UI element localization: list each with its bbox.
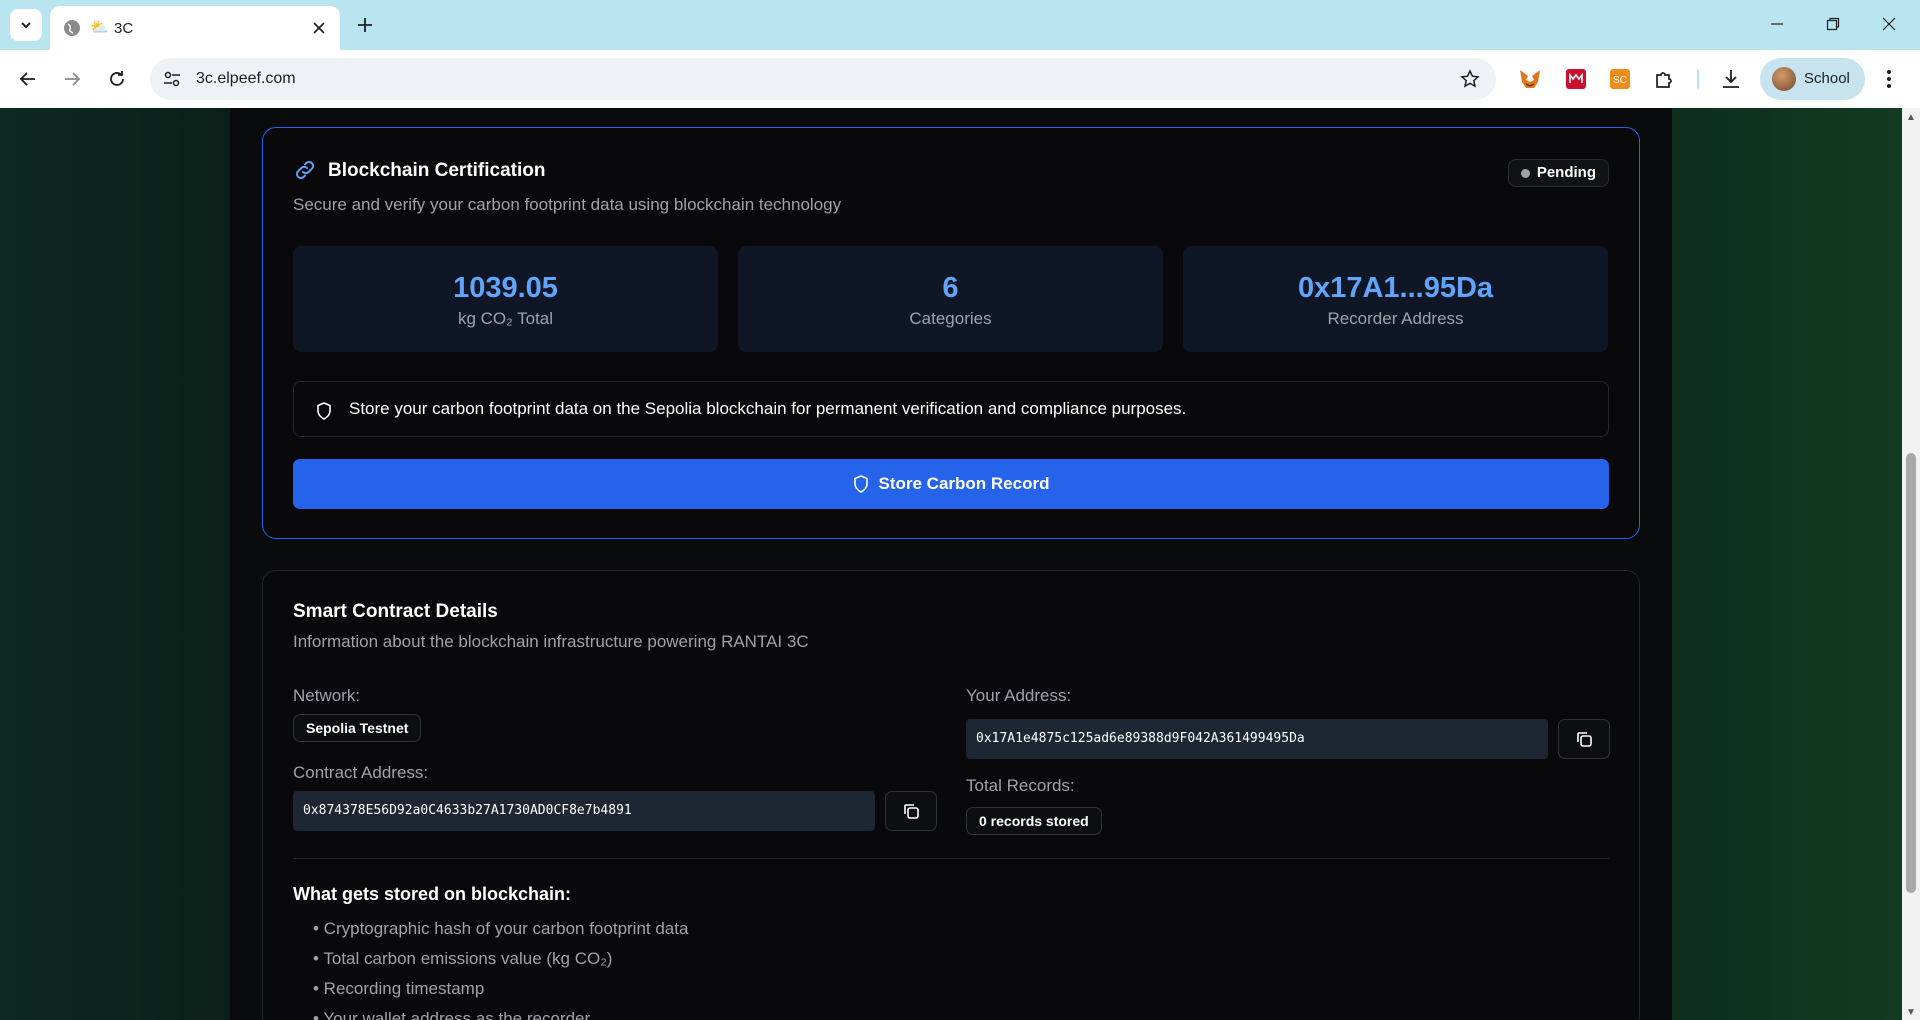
stat-label: kg CO₂ Total xyxy=(457,309,554,328)
network-label: Network: xyxy=(293,686,361,705)
card-subtitle: Secure and verify your carbon footprint … xyxy=(293,195,842,214)
close-icon xyxy=(1882,17,1896,31)
browser-toolbar: 3c.elpeef.com SC School xyxy=(0,50,1920,108)
scroll-down-icon[interactable]: ▼ xyxy=(1906,1007,1916,1018)
smart-contract-card: Smart Contract Details Information about… xyxy=(262,570,1640,1020)
blockchain-certification-card: Blockchain Certification Pending Secure … xyxy=(262,127,1640,539)
your-address-field[interactable]: 0x17A1e4875c125ad6e89388d9F042A361499495… xyxy=(966,719,1548,759)
reload-button[interactable] xyxy=(101,63,133,95)
more-menu-icon[interactable] xyxy=(1876,66,1902,92)
shield-icon xyxy=(316,402,332,425)
stored-data-heading: What gets stored on blockchain: xyxy=(293,884,572,904)
globe-icon xyxy=(62,18,82,43)
copy-icon xyxy=(904,804,919,819)
back-button[interactable] xyxy=(12,63,44,95)
download-icon[interactable] xyxy=(1718,66,1744,92)
page-scrollbar[interactable]: ▲ ▼ xyxy=(1902,108,1920,1020)
list-item: • Your wallet address as the recorder xyxy=(313,1009,591,1020)
card-title: Smart Contract Details xyxy=(293,601,498,622)
3c-extension-icon[interactable]: SC xyxy=(1607,66,1633,92)
scroll-up-icon[interactable]: ▲ xyxy=(1906,112,1916,123)
card-subtitle: Information about the blockchain infrast… xyxy=(293,632,809,651)
stat-label: Categories xyxy=(909,309,992,328)
section-divider xyxy=(293,858,1609,859)
minimize-button[interactable] xyxy=(1754,8,1800,40)
button-label: Store Carbon Record xyxy=(878,474,1050,493)
your-address-label: Your Address: xyxy=(966,686,1072,705)
status-badge: Pending xyxy=(1507,159,1609,187)
red-extension-icon[interactable] xyxy=(1563,66,1589,92)
copy-icon xyxy=(1577,732,1592,747)
stat-categories: 6 Categories xyxy=(738,246,1163,352)
page-viewport: Blockchain Certification Pending Secure … xyxy=(0,108,1920,1020)
stat-label: Recorder Address xyxy=(1327,309,1464,328)
arrow-left-icon xyxy=(19,72,35,86)
stat-value: 0x17A1...95Da xyxy=(1297,272,1494,304)
arrow-right-icon xyxy=(65,72,81,86)
plus-icon xyxy=(358,18,372,32)
contract-address-label: Contract Address: xyxy=(293,763,429,782)
browser-tab[interactable]: ⛅ 3C xyxy=(50,6,340,50)
list-item: • Cryptographic hash of your carbon foot… xyxy=(313,919,689,938)
info-text: Store your carbon footprint data on the … xyxy=(349,399,1187,418)
toolbar-divider xyxy=(1697,69,1699,89)
status-dot xyxy=(1520,169,1530,178)
info-alert: Store your carbon footprint data on the … xyxy=(293,381,1609,437)
restore-button[interactable] xyxy=(1810,8,1856,40)
stat-value: 1039.05 xyxy=(453,272,558,304)
link-icon xyxy=(293,158,317,187)
network-badge: Sepolia Testnet xyxy=(293,714,422,742)
reload-icon xyxy=(110,71,124,86)
address-bar[interactable]: 3c.elpeef.com xyxy=(150,58,1496,100)
shield-icon xyxy=(853,475,868,493)
puzzle-icon[interactable] xyxy=(1652,66,1678,92)
status-text: Pending xyxy=(1536,164,1596,181)
card-title: Blockchain Certification xyxy=(328,160,546,181)
chevron-down-icon xyxy=(21,22,31,29)
browser-tab-bar: ⛅ 3C xyxy=(0,0,1920,50)
copy-contract-address-button[interactable] xyxy=(885,791,937,831)
svg-text:SC: SC xyxy=(1613,75,1627,86)
total-records-label: Total Records: xyxy=(966,776,1075,795)
new-tab-button[interactable] xyxy=(352,12,378,38)
copy-your-address-button[interactable] xyxy=(1558,719,1610,759)
stat-value: 6 xyxy=(942,272,959,304)
tab-search-button[interactable] xyxy=(10,9,42,41)
close-tab-icon[interactable] xyxy=(308,17,330,39)
stat-total-emissions: 1039.05 kg CO₂ Total xyxy=(293,246,718,352)
list-item: • Total carbon emissions value (kg CO₂) xyxy=(313,949,613,968)
bookmark-star-icon[interactable] xyxy=(1458,67,1482,91)
store-carbon-record-button[interactable]: Store Carbon Record xyxy=(293,459,1609,509)
tab-title: 3C xyxy=(114,20,134,37)
minimize-icon xyxy=(1771,23,1783,25)
close-window-button[interactable] xyxy=(1866,8,1912,40)
profile-name: School xyxy=(1804,70,1850,87)
url-text: 3c.elpeef.com xyxy=(196,70,296,87)
contract-address-field[interactable]: 0x874378E56D92a0C4633b27A1730AD0CF8e7b48… xyxy=(293,791,875,831)
stat-recorder-address: 0x17A1...95Da Recorder Address xyxy=(1183,246,1608,352)
restore-icon xyxy=(1826,17,1840,31)
metamask-icon[interactable] xyxy=(1517,66,1543,92)
avatar xyxy=(1772,67,1796,91)
total-records-badge: 0 records stored xyxy=(966,807,1102,835)
scrollbar-thumb[interactable] xyxy=(1906,453,1916,893)
list-item: • Recording timestamp xyxy=(313,979,485,998)
stored-data-list: • Cryptographic hash of your carbon foot… xyxy=(313,914,688,1020)
profile-button[interactable]: School xyxy=(1760,58,1865,100)
weather-favicon-icon: ⛅ xyxy=(90,19,109,36)
site-settings-icon[interactable] xyxy=(160,67,184,91)
forward-button[interactable] xyxy=(56,63,88,95)
